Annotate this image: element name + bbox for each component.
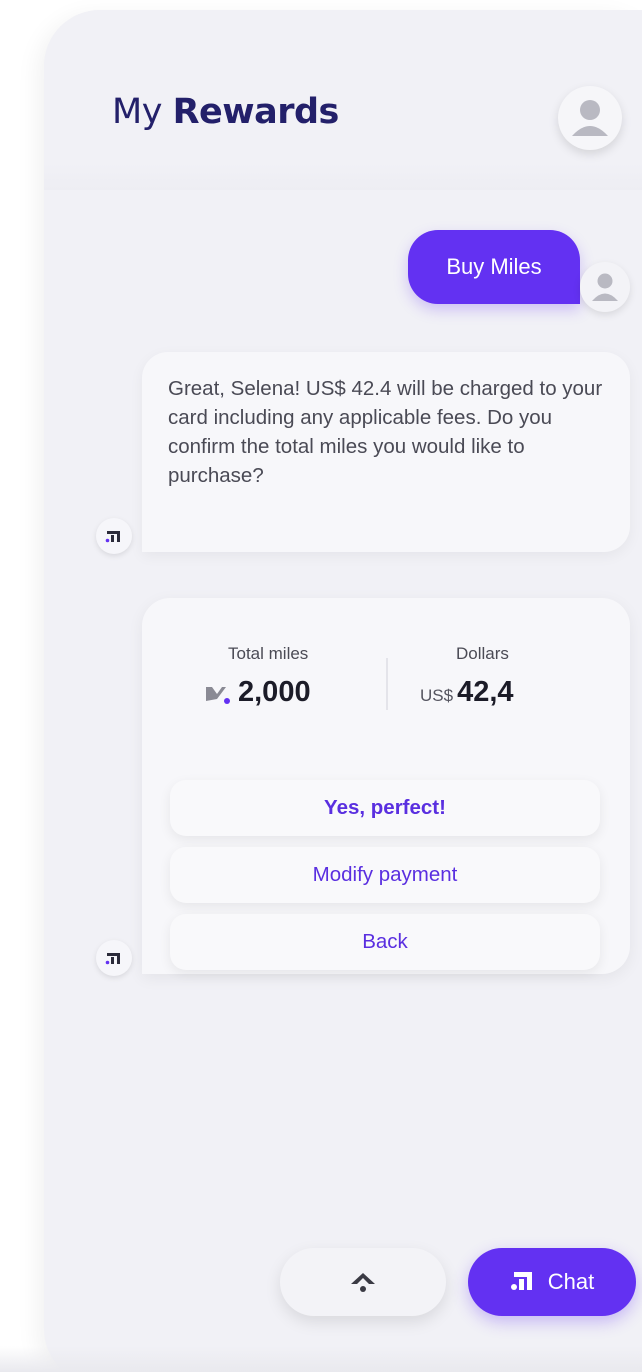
- currency-label: US$: [420, 686, 454, 705]
- user-message-text: Buy Miles: [446, 254, 542, 279]
- total-miles-value: 2,000: [204, 676, 311, 709]
- bot-avatar: [96, 518, 132, 554]
- confirm-button[interactable]: Yes, perfect!: [170, 780, 600, 836]
- user-message-bubble: Buy Miles: [408, 230, 580, 304]
- chat-logo-icon: [510, 1272, 532, 1290]
- bottom-edge: [0, 1346, 642, 1372]
- scroll-up-button[interactable]: [280, 1248, 446, 1316]
- page-title: My Rewards: [112, 92, 339, 132]
- bot-avatar: [96, 940, 132, 976]
- user-avatar: [580, 262, 630, 312]
- dollars-value: US$ 42,4: [420, 676, 514, 709]
- chevron-up-icon: [351, 1273, 375, 1292]
- chat-button[interactable]: Chat: [468, 1248, 636, 1316]
- profile-avatar-button[interactable]: [558, 86, 622, 150]
- dollars-label: Dollars: [456, 644, 509, 663]
- bot-logo-icon: [105, 953, 120, 965]
- back-button[interactable]: Back: [170, 914, 600, 970]
- user-avatar-icon: [592, 273, 618, 301]
- total-miles-label: Total miles: [228, 644, 309, 663]
- modify-payment-button[interactable]: Modify payment: [170, 847, 600, 903]
- dollars-amount: 42,4: [457, 676, 514, 708]
- user-avatar-icon: [572, 100, 608, 136]
- summary-divider: [386, 658, 388, 710]
- bot-message-bubble: Great, Selena! US$ 42.4 will be charged …: [142, 352, 630, 552]
- bot-logo-icon: [105, 531, 120, 543]
- bot-message-text: Great, Selena! US$ 42.4 will be charged …: [168, 377, 603, 487]
- chat-button-label: Chat: [547, 1269, 595, 1294]
- miles-logo-icon: [206, 686, 230, 704]
